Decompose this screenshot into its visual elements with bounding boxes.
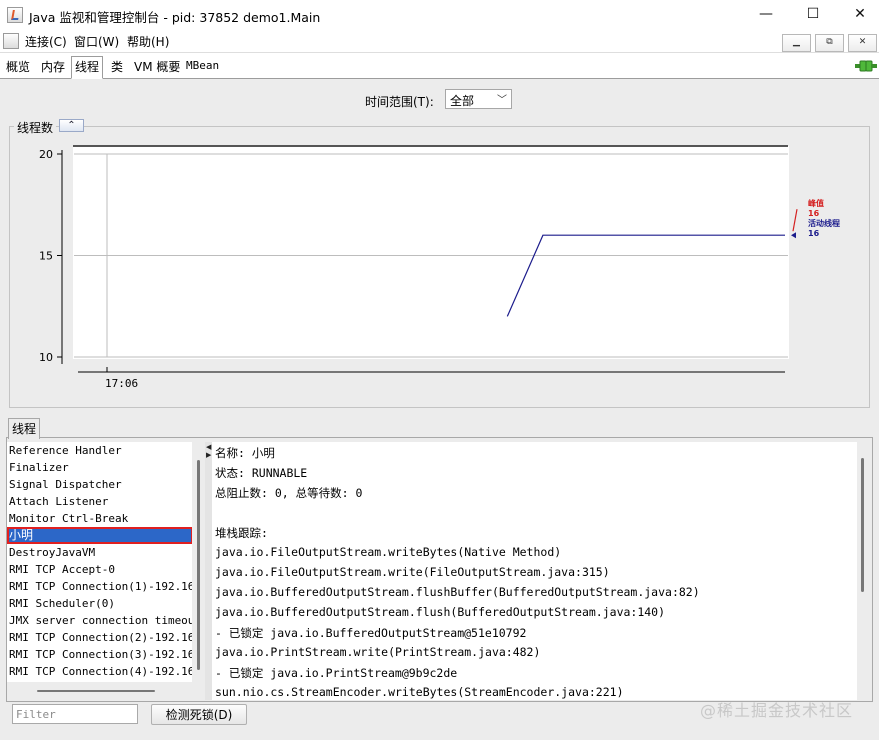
detail-line: java.io.PrintStream.write(PrintStream.ja…: [215, 645, 540, 659]
title-bar: Java 监视和管理控制台 - pid: 37852 demo1.Main — …: [0, 0, 879, 31]
split-arrows-icon[interactable]: ◀▶: [206, 443, 211, 459]
detect-deadlock-button[interactable]: 检测死锁(D): [151, 704, 247, 725]
tab-vm-summary[interactable]: VM 概要: [134, 58, 180, 75]
split-pane-divider[interactable]: [205, 442, 212, 700]
chevron-down-icon: ﹀: [497, 91, 507, 106]
active-marker: [791, 232, 796, 238]
thread-list-vertical-scrollbar[interactable]: [193, 442, 205, 682]
detail-line: java.io.BufferedOutputStream.flush(Buffe…: [215, 605, 665, 619]
tab-classes[interactable]: 类: [111, 58, 123, 75]
tab-memory[interactable]: 内存: [41, 58, 65, 75]
java-menu-icon[interactable]: [3, 33, 19, 49]
java-app-icon: [7, 7, 23, 23]
detail-line: - 已锁定 java.io.PrintStream@9b9c2de: [215, 665, 457, 681]
y-tick-label: 10: [39, 351, 53, 364]
thread-row[interactable]: JMX server connection timeout: [7, 612, 192, 629]
tab-overview[interactable]: 概览: [6, 58, 30, 75]
detail-line: java.io.BufferedOutputStream.flushBuffer…: [215, 585, 700, 599]
menu-connection[interactable]: 连接(C): [25, 33, 67, 50]
thread-row[interactable]: Finalizer: [7, 459, 192, 476]
detail-line: sun.nio.cs.StreamEncoder.writeBytes(Stre…: [215, 685, 624, 699]
tab-threads[interactable]: 线程: [71, 56, 103, 79]
chart-plot-area: [73, 146, 789, 359]
detail-line: 名称: 小明: [215, 445, 275, 461]
detail-line: - 已锁定 java.io.BufferedOutputStream@51e10…: [215, 625, 526, 641]
thread-row[interactable]: RMI TCP Connection(2)-192.168.: [7, 629, 192, 646]
thread-row[interactable]: RMI TCP Connection(1)-192.168.: [7, 578, 192, 595]
menu-help[interactable]: 帮助(H): [127, 33, 169, 50]
threads-subtab[interactable]: 线程: [8, 418, 40, 439]
detail-line: 总阻止数: 0, 总等待数: 0: [215, 485, 362, 501]
thread-row-selected[interactable]: 小明: [7, 527, 192, 544]
detail-line: 状态: RUNNABLE: [215, 465, 307, 481]
y-tick-label: 15: [39, 250, 53, 263]
thread-row[interactable]: RMI TCP Connection(3)-192.168.: [7, 646, 192, 663]
time-range-label: 时间范围(T):: [365, 93, 434, 110]
tab-bar: 概览 内存 线程 类 VM 概要 MBean: [0, 53, 879, 79]
maximize-button[interactable]: ☐: [790, 0, 836, 30]
legend-peak-value: 16: [808, 209, 820, 218]
thread-row[interactable]: RMI TCP Accept-0: [7, 561, 192, 578]
details-vertical-scrollbar[interactable]: [857, 442, 870, 700]
legend-peak-label: 峰值: [808, 198, 824, 208]
connection-status-icon: [855, 59, 877, 73]
peak-marker: [793, 209, 797, 231]
x-tick-label: 17:06: [105, 377, 138, 390]
thread-list-horizontal-scrollbar[interactable]: [7, 684, 192, 698]
detail-line: java.io.FileOutputStream.writeBytes(Nati…: [215, 545, 561, 559]
tab-mbean[interactable]: MBean: [186, 59, 219, 72]
window-title: Java 监视和管理控制台 - pid: 37852 demo1.Main: [29, 7, 320, 26]
chart-panel-title: 线程数: [14, 119, 56, 136]
filter-input[interactable]: [12, 704, 138, 724]
menu-window[interactable]: 窗口(W): [74, 33, 119, 50]
time-range-value: 全部: [450, 92, 474, 109]
scrollbar-thumb[interactable]: [37, 690, 155, 692]
internal-minimize-button[interactable]: ▁: [782, 34, 811, 52]
internal-close-button[interactable]: ✕: [848, 34, 877, 52]
thread-row[interactable]: Reference Handler: [7, 442, 192, 459]
thread-row[interactable]: RMI TCP Connection(4)-192.168.: [7, 663, 192, 680]
y-tick-label: 20: [39, 148, 53, 161]
thread-row[interactable]: Attach Listener: [7, 493, 192, 510]
close-button[interactable]: ✕: [837, 0, 879, 30]
thread-list[interactable]: Reference HandlerFinalizerSignal Dispatc…: [7, 442, 192, 682]
menu-bar: 连接(C) 窗口(W) 帮助(H): [0, 30, 879, 53]
legend-active-value: 16: [808, 229, 820, 238]
thread-row[interactable]: DestroyJavaVM: [7, 544, 192, 561]
scrollbar-thumb[interactable]: [197, 460, 200, 670]
watermark-text: @稀土掘金技术社区: [700, 697, 853, 721]
thread-details: 名称: 小明状态: RUNNABLE 总阻止数: 0, 总等待数: 0 堆栈跟踪: j…: [212, 442, 857, 700]
scrollbar-thumb[interactable]: [861, 458, 864, 592]
minimize-button[interactable]: —: [743, 0, 789, 30]
time-range-select[interactable]: 全部 ﹀: [445, 89, 512, 109]
detail-line: java.io.FileOutputStream.write(FileOutpu…: [215, 565, 610, 579]
thread-count-chart: 20151017:06峰值16活动线程16: [9, 136, 869, 404]
legend-active-label: 活动线程: [808, 218, 840, 228]
detail-line: 堆栈跟踪:: [215, 525, 268, 541]
thread-row[interactable]: RMI Scheduler(0): [7, 595, 192, 612]
thread-row[interactable]: Monitor Ctrl-Break: [7, 510, 192, 527]
internal-restore-button[interactable]: ⧉: [815, 34, 844, 52]
thread-row[interactable]: Signal Dispatcher: [7, 476, 192, 493]
collapse-chevron-icon[interactable]: ⌃: [59, 119, 84, 132]
